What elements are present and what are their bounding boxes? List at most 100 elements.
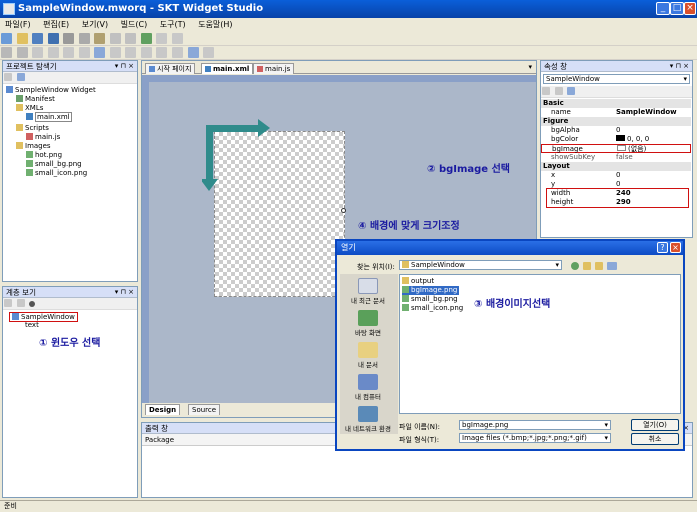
run-icon[interactable] [156, 33, 168, 44]
prop-name[interactable]: name SampleWindow [541, 108, 691, 117]
category-figure[interactable]: Figure [541, 117, 691, 126]
prop-width[interactable]: width 240 [541, 189, 691, 198]
tree-item-small-icon[interactable]: small_icon.png [26, 169, 87, 178]
place-recent[interactable]: 내 최근 문서 [340, 278, 396, 305]
place-network[interactable]: 내 네트워크 환경 [340, 406, 396, 433]
same-width-icon[interactable] [109, 47, 121, 58]
view-menu-icon[interactable] [607, 262, 617, 270]
new-folder-icon[interactable] [595, 262, 603, 270]
dialog-close-button[interactable]: × [670, 242, 681, 253]
remove-layer-icon[interactable] [16, 299, 25, 307]
properties-title: 속성 창 [544, 62, 568, 71]
prop-bgcolor[interactable]: bgColor 0, 0, 0 [541, 135, 691, 144]
save-all-icon[interactable] [47, 33, 59, 44]
paste-icon[interactable] [94, 33, 106, 44]
select-icon[interactable] [1, 47, 12, 58]
layer-item-text[interactable]: text [25, 321, 39, 330]
layer-item-window[interactable]: SampleWindow [9, 312, 78, 322]
align-top-icon[interactable] [78, 47, 90, 58]
tree-item-project[interactable]: SampleWindow Widget [6, 86, 96, 95]
menu-view[interactable]: 보기(V) [77, 18, 113, 31]
build-icon[interactable] [140, 33, 152, 44]
prop-value: 240 [616, 189, 631, 197]
snap-icon[interactable] [187, 47, 199, 58]
save-icon[interactable] [32, 33, 44, 44]
bring-front-icon[interactable] [156, 47, 168, 58]
filetype-select[interactable]: Image files (*.bmp;*.jpg;*.png;*.gif) ▾ [459, 433, 611, 443]
panel-controls-icon[interactable]: ▾ ⊓ × [115, 287, 134, 298]
tab-menu-icon[interactable]: ▾ [528, 63, 532, 71]
file-item-output[interactable]: output [402, 277, 434, 286]
cut-icon[interactable] [63, 33, 75, 44]
file-item-small-bg[interactable]: small_bg.png [402, 295, 458, 304]
tab-design[interactable]: Design [145, 404, 181, 415]
panel-controls-icon[interactable]: ▾ ⊓ × [115, 61, 134, 72]
tree-item-scripts[interactable]: Scripts [16, 124, 49, 133]
copy-icon[interactable] [78, 33, 90, 44]
same-height-icon[interactable] [125, 47, 137, 58]
tree-item-main-xml[interactable]: main.xml [26, 112, 72, 122]
prop-bgalpha[interactable]: bgAlpha 0 [541, 126, 691, 135]
prop-height[interactable]: height 290 [541, 198, 691, 207]
tree-item-images[interactable]: Images [16, 142, 51, 151]
image-file-icon [402, 295, 409, 302]
tree-item-manifest[interactable]: Manifest [16, 95, 55, 104]
maximize-button[interactable]: □ [670, 2, 684, 15]
back-icon[interactable] [571, 262, 579, 270]
lookin-select[interactable]: SampleWindow ▾ [399, 260, 562, 270]
filename-input[interactable]: bgImage.png ▾ [459, 420, 611, 430]
object-selector[interactable]: SampleWindow ▾ [543, 74, 690, 84]
debug-icon[interactable] [172, 33, 184, 44]
layer-view-title: 계층 보기 [6, 288, 36, 297]
align-center-icon[interactable] [47, 47, 59, 58]
tab-main-xml[interactable]: main.xml [201, 63, 254, 74]
place-desktop[interactable]: 바탕 화면 [340, 310, 396, 337]
menu-edit[interactable]: 편집(E) [38, 18, 74, 31]
open-icon[interactable] [16, 33, 28, 44]
minimize-button[interactable]: _ [656, 2, 670, 15]
undo-icon[interactable] [109, 33, 121, 44]
category-basic[interactable]: Basic [541, 99, 691, 108]
new-icon[interactable] [1, 33, 12, 44]
align-left-icon[interactable] [32, 47, 44, 58]
file-item-small-icon[interactable]: small_icon.png [402, 304, 463, 313]
property-pages-icon[interactable] [567, 87, 576, 95]
send-back-icon[interactable] [172, 47, 184, 58]
place-computer[interactable]: 내 컴퓨터 [340, 374, 396, 401]
properties-icon[interactable] [4, 73, 12, 81]
open-button[interactable]: 열기(O) [631, 419, 679, 431]
close-button[interactable]: × [684, 2, 696, 15]
panel-controls-icon[interactable]: ▾ ⊓ × [670, 61, 689, 72]
place-mydocs[interactable]: 내 문서 [340, 342, 396, 369]
tab-main-js[interactable]: main.js [253, 63, 295, 74]
cancel-button[interactable]: 취소 [631, 433, 679, 445]
prop-bgimage[interactable]: bgImage (없음) [541, 144, 691, 153]
up-folder-icon[interactable] [583, 262, 591, 270]
resize-handle[interactable] [341, 208, 346, 213]
menu-help[interactable]: 도움말(H) [193, 18, 237, 31]
tab-start-page[interactable]: 시작 페이지 [145, 63, 196, 74]
refresh-icon[interactable] [16, 73, 25, 81]
redo-icon[interactable] [125, 33, 137, 44]
menu-file[interactable]: 파일(F) [0, 18, 36, 31]
lock-icon[interactable] [203, 47, 215, 58]
menu-build[interactable]: 빌드(C) [116, 18, 153, 31]
file-item-bgimage[interactable]: bgImage.png [402, 286, 460, 295]
zoom-icon[interactable] [16, 47, 28, 58]
tab-source[interactable]: Source [188, 404, 221, 415]
categorized-icon[interactable] [542, 87, 550, 95]
prop-showsubkey[interactable]: showSubKey false [541, 153, 691, 162]
alphabetical-icon[interactable] [554, 87, 563, 95]
menu-tools[interactable]: 도구(T) [155, 18, 191, 31]
tree-item-small-bg[interactable]: small_bg.png [26, 160, 82, 169]
tree-item-main-js[interactable]: main.js [26, 133, 60, 142]
tree-item-hot-png[interactable]: hot.png [26, 151, 62, 160]
category-layout[interactable]: Layout [541, 162, 691, 171]
visibility-icon[interactable] [29, 301, 36, 307]
align-right-icon[interactable] [63, 47, 75, 58]
prop-x[interactable]: x0 [541, 171, 691, 180]
add-layer-icon[interactable] [4, 299, 12, 307]
dialog-help-button[interactable]: ? [657, 242, 668, 253]
grid-icon[interactable] [94, 47, 106, 58]
spacing-icon[interactable] [140, 47, 152, 58]
